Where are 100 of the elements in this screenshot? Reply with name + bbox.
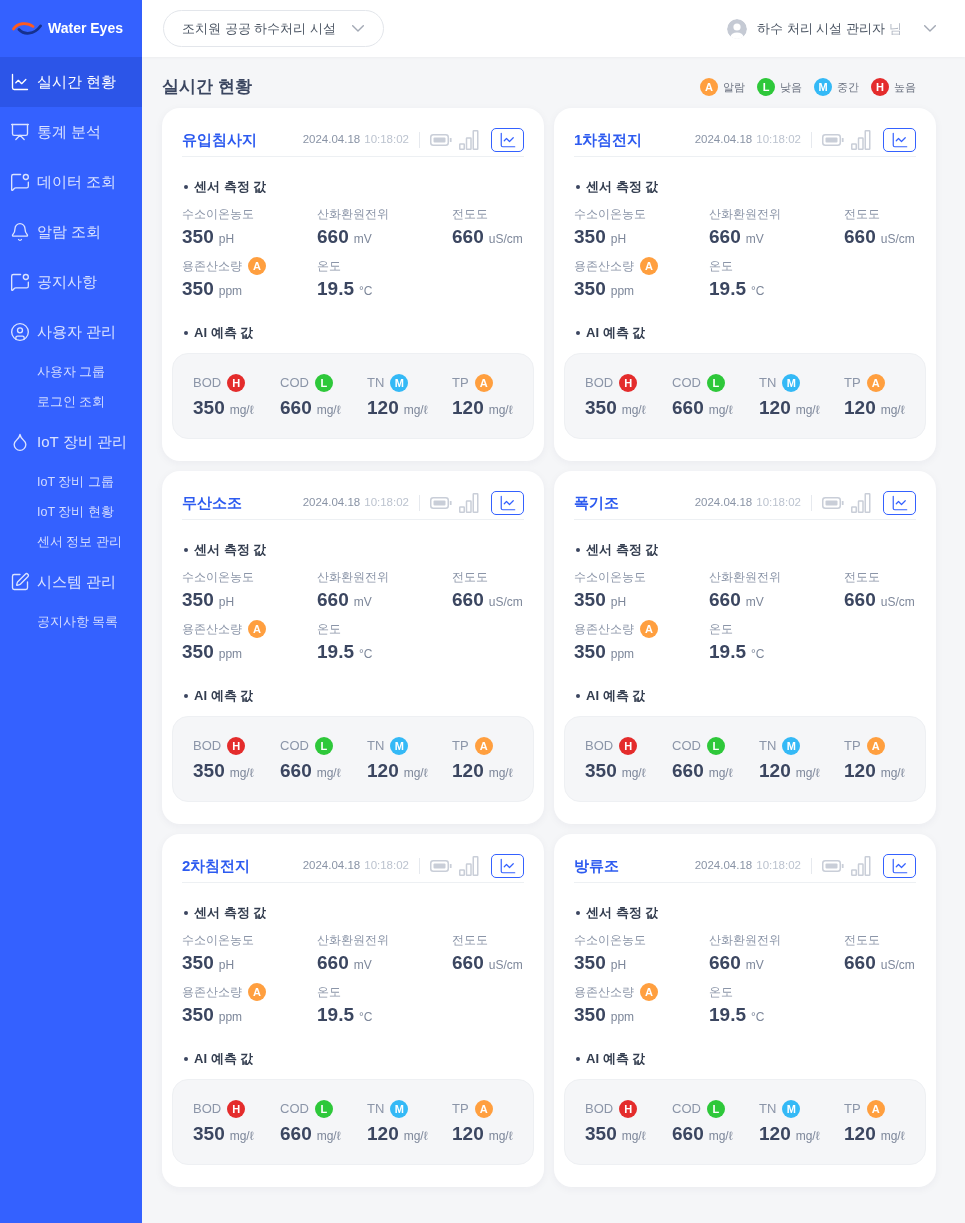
- prediction-label: COD: [280, 374, 309, 393]
- sensor-value: 660: [844, 588, 876, 612]
- unit-label: mg/ℓ: [795, 765, 820, 782]
- unit-label: mg/ℓ: [708, 402, 733, 419]
- nav-subitem[interactable]: 공지사항 목록: [0, 607, 142, 637]
- chart-button[interactable]: [491, 854, 524, 878]
- level-badge: M: [782, 1100, 801, 1118]
- level-badge: A: [640, 983, 658, 1001]
- sensor-value: 350: [182, 588, 214, 612]
- chart-button[interactable]: [491, 491, 524, 515]
- sensor-label: 온도: [709, 984, 733, 1001]
- time-text: 10:18:02: [756, 132, 801, 148]
- time-text: 10:18:02: [364, 858, 409, 874]
- chart-line-icon: [10, 72, 30, 92]
- sensor-value: 350: [182, 951, 214, 975]
- chevron-down-icon: [924, 25, 936, 32]
- prediction-label: COD: [672, 1100, 701, 1119]
- signal-icon: [459, 856, 479, 876]
- prediction-label: BOD: [193, 374, 222, 393]
- sensor-label: 산화환원전위: [709, 206, 781, 223]
- unit-label: pH: [218, 957, 235, 974]
- nav-item[interactable]: 사용자 관리: [0, 307, 142, 357]
- unit-label: ppm: [610, 646, 635, 663]
- sensor-label: 온도: [317, 621, 341, 638]
- level-badge: A: [248, 257, 266, 275]
- prediction-label: TN: [759, 1100, 777, 1119]
- sensor-label: 용존산소량: [182, 621, 242, 638]
- unit-label: mg/ℓ: [316, 765, 341, 782]
- sensor-value: 660: [317, 588, 349, 612]
- sensor-value: 19.5: [709, 1003, 746, 1027]
- nav-item[interactable]: IoT 장비 관리: [0, 417, 142, 467]
- date-text: 2024.04.18: [302, 132, 361, 148]
- logo-text: Water Eyes: [48, 19, 123, 38]
- prediction-label: TN: [367, 374, 385, 393]
- nav-subitem[interactable]: 로그인 조회: [0, 387, 142, 417]
- chart-button[interactable]: [883, 491, 916, 515]
- prediction-value: 120: [759, 396, 791, 420]
- sensor-value: 660: [452, 588, 484, 612]
- chevron-down-icon: [351, 25, 364, 32]
- sensor-label: 수소이온농도: [182, 932, 254, 949]
- sensor-value: 19.5: [709, 277, 746, 301]
- battery-icon: [430, 134, 452, 146]
- card-title: 1차침전지: [574, 129, 643, 150]
- unit-label: pH: [610, 594, 627, 611]
- unit-label: pH: [218, 594, 235, 611]
- unit-label: mg/ℓ: [403, 765, 428, 782]
- level-badge: H: [227, 737, 246, 755]
- page-title: 실시간 현황: [162, 76, 252, 98]
- chart-button[interactable]: [883, 854, 916, 878]
- level-badge: A: [474, 1100, 493, 1118]
- chart-button[interactable]: [883, 128, 916, 152]
- sensor-label: 산화환원전위: [709, 569, 781, 586]
- section-heading: AI 예측 값: [586, 324, 646, 342]
- bullet-icon: [576, 331, 580, 335]
- nav-subitem[interactable]: 사용자 그룹: [0, 357, 142, 387]
- prediction-value: 120: [452, 759, 484, 783]
- level-badge: M: [390, 1100, 409, 1118]
- prediction-value: 660: [280, 396, 312, 420]
- prediction-label: TP: [452, 374, 469, 393]
- nav-item[interactable]: 시스템 관리: [0, 557, 142, 607]
- prediction-value: 120: [452, 396, 484, 420]
- time-text: 10:18:02: [756, 858, 801, 874]
- card-title: 방류조: [574, 855, 619, 876]
- nav-item[interactable]: 데이터 조회: [0, 157, 142, 207]
- level-badge: H: [227, 1100, 246, 1118]
- bullet-icon: [576, 694, 580, 698]
- nav-item[interactable]: 공지사항: [0, 257, 142, 307]
- prediction-value: 350: [193, 396, 225, 420]
- unit-label: pH: [610, 231, 627, 248]
- unit-label: mV: [745, 594, 764, 611]
- prediction-value: 120: [759, 1122, 791, 1146]
- nav-subitem[interactable]: IoT 장비 현황: [0, 497, 142, 527]
- section-heading: AI 예측 값: [194, 324, 254, 342]
- level-badge: L: [314, 737, 333, 755]
- nav-item[interactable]: 알람 조회: [0, 207, 142, 257]
- card-title: 2차침전지: [182, 855, 251, 876]
- level-badge: A: [248, 983, 266, 1001]
- level-badge: M: [390, 737, 409, 755]
- prediction-value: 660: [672, 1122, 704, 1146]
- nav-subitem[interactable]: IoT 장비 그룹: [0, 467, 142, 497]
- nav-item[interactable]: 실시간 현황: [0, 57, 142, 107]
- unit-label: mg/ℓ: [229, 1128, 254, 1145]
- prediction-value: 120: [844, 759, 876, 783]
- prediction-label: COD: [280, 1100, 309, 1119]
- level-badge: M: [782, 737, 801, 755]
- chart-line-icon: [498, 131, 517, 149]
- nav-subitem[interactable]: 센서 정보 관리: [0, 527, 142, 557]
- sensor-value: 19.5: [317, 640, 354, 664]
- unit-label: ppm: [218, 646, 243, 663]
- user-menu-button[interactable]: 하수 처리 시설 관리자 님: [727, 18, 936, 39]
- prediction-label: TN: [367, 1100, 385, 1119]
- nav-item[interactable]: 통계 분석: [0, 107, 142, 157]
- sensor-label: 산화환원전위: [317, 932, 389, 949]
- unit-label: mg/ℓ: [880, 402, 905, 419]
- sensor-label: 용존산소량: [574, 621, 634, 638]
- prediction-value: 660: [280, 759, 312, 783]
- unit-label: mV: [353, 231, 372, 248]
- chart-button[interactable]: [491, 128, 524, 152]
- date-text: 2024.04.18: [302, 858, 361, 874]
- unit-label: mV: [745, 231, 764, 248]
